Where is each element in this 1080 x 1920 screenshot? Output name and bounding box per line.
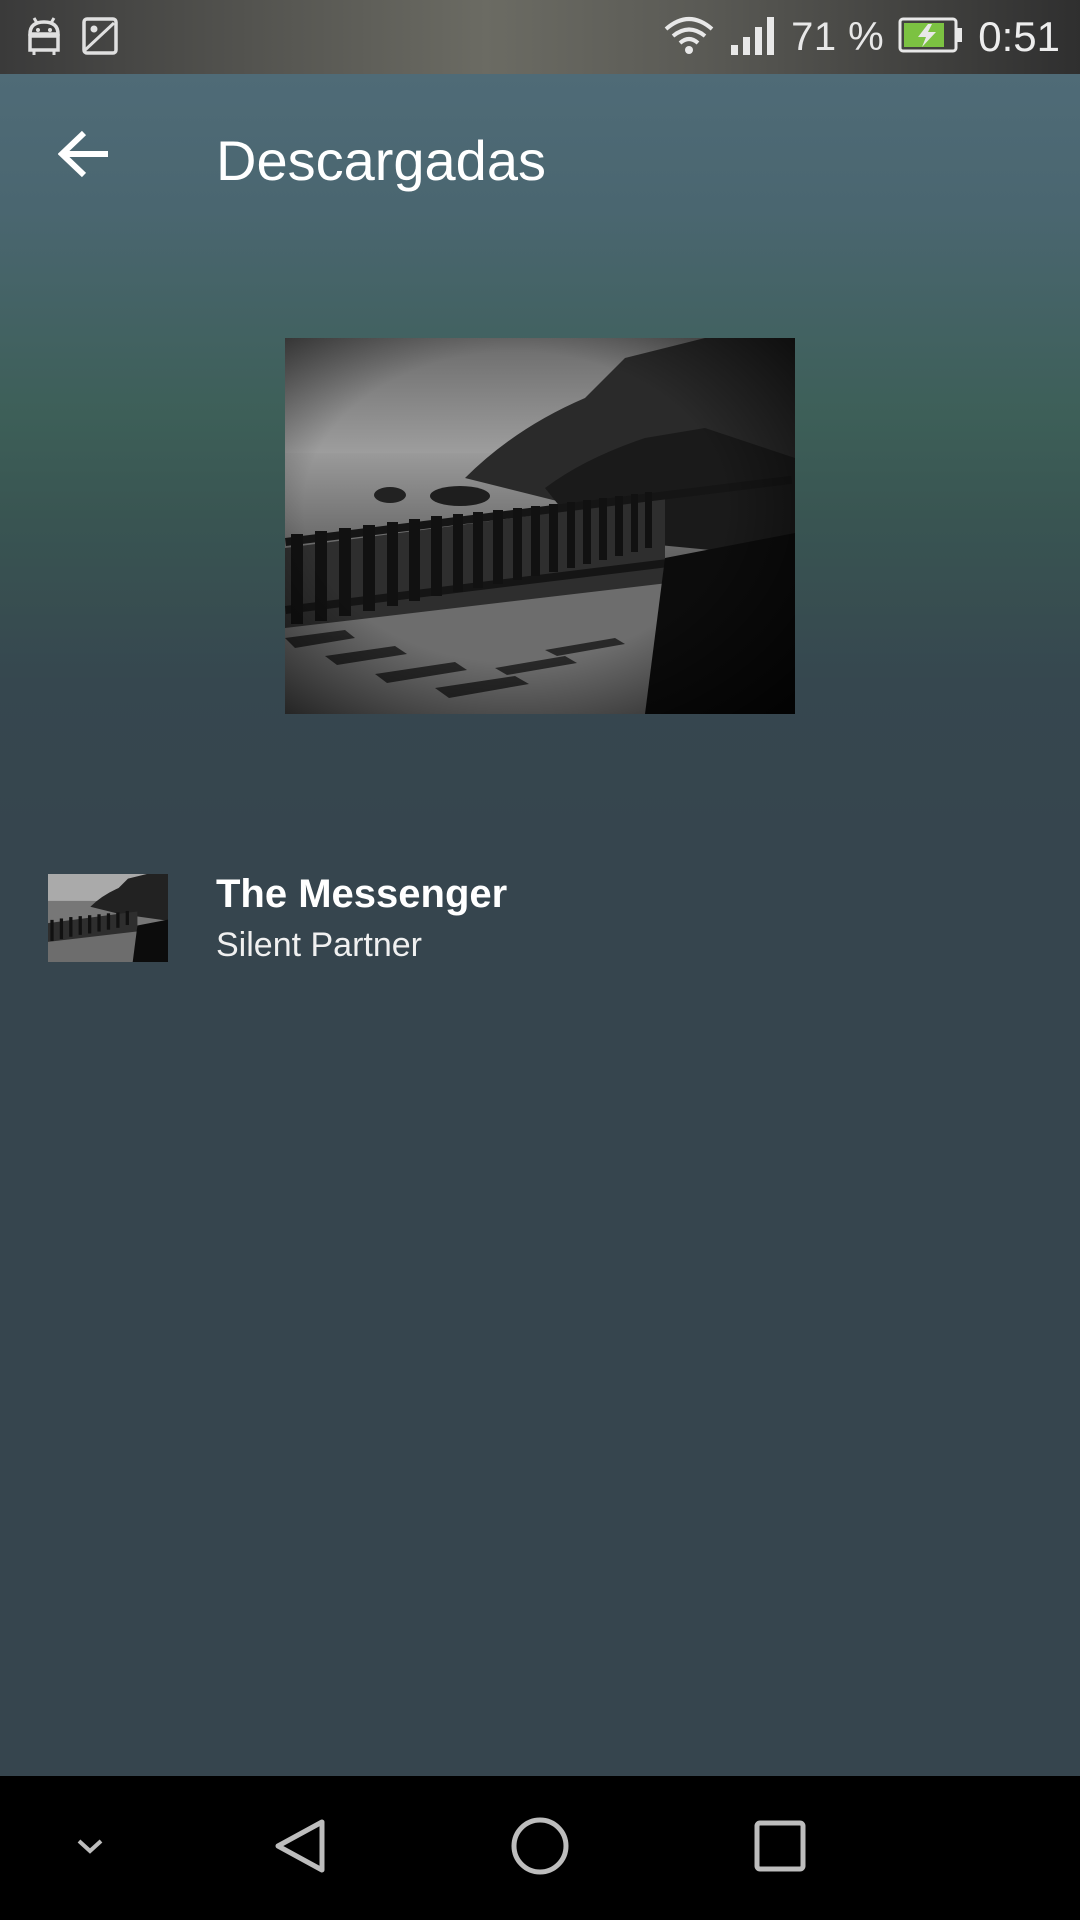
home-circle-icon <box>509 1815 571 1882</box>
clock: 0:51 <box>978 13 1060 60</box>
android-debug-icon <box>26 16 62 61</box>
screen: 71 % 0:51 Descargadas The Messenger Sile… <box>0 0 1080 1920</box>
battery-percent: 71 % <box>791 14 885 59</box>
list-item[interactable]: The Messenger Silent Partner <box>0 860 1080 976</box>
wifi-icon <box>663 15 715 60</box>
nav-recents-button[interactable] <box>730 1776 830 1920</box>
chevron-down-icon <box>75 1836 105 1861</box>
back-button[interactable] <box>46 118 122 194</box>
recents-square-icon <box>753 1819 807 1878</box>
status-left-icons <box>26 16 118 61</box>
image-icon <box>82 17 118 60</box>
signal-icon <box>729 15 777 60</box>
navigation-bar <box>0 1776 1080 1920</box>
back-triangle-icon <box>272 1816 328 1881</box>
battery-charging-icon <box>898 17 964 58</box>
page-title: Descargadas <box>216 129 546 192</box>
album-art <box>285 338 795 714</box>
nav-collapse-button[interactable] <box>50 1776 130 1920</box>
nav-home-button[interactable] <box>490 1776 590 1920</box>
status-bar: 71 % 0:51 <box>0 0 1080 74</box>
track-artist: Silent Partner <box>216 926 422 964</box>
status-right-icons: 71 % 0:51 <box>663 0 1060 74</box>
track-thumbnail <box>48 874 168 962</box>
arrow-back-icon <box>57 130 110 183</box>
track-title: The Messenger <box>216 872 508 916</box>
nav-back-button[interactable] <box>250 1776 350 1920</box>
